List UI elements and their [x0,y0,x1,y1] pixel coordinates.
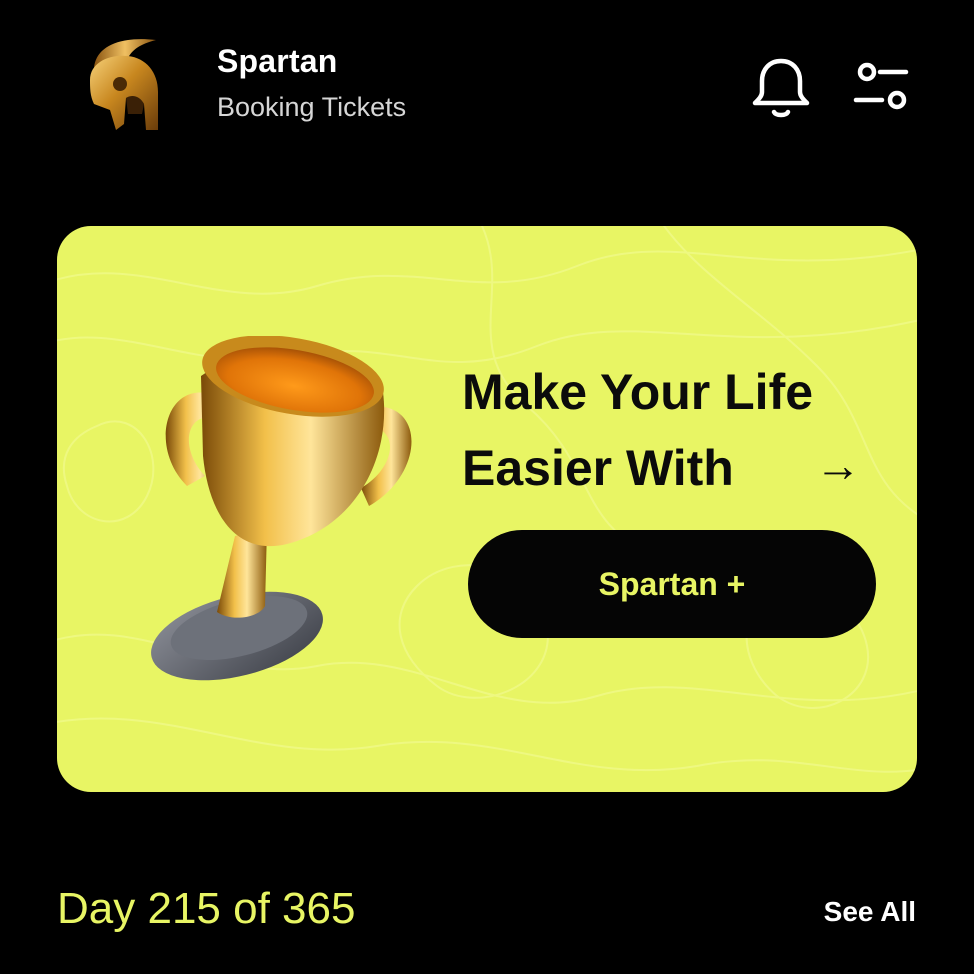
see-all-link[interactable]: See All [824,896,916,928]
app-header: Spartan Booking Tickets [0,0,974,170]
spartan-plus-button[interactable]: Spartan + [468,530,876,638]
day-progress-label: Day 215 of 365 [57,884,356,933]
arrow-right-icon[interactable]: → [815,438,861,492]
sliders-icon[interactable] [852,60,910,112]
promo-title-line1: Make Your Life [462,364,814,420]
brand-subtitle: Booking Tickets [217,92,407,122]
promo-card[interactable]: Make Your Life Easier With → Spartan + [57,226,917,792]
bell-icon[interactable] [750,56,812,122]
brand-name: Spartan [217,43,338,79]
home-screen: Spartan Booking Tickets Make Your Life E… [0,0,974,974]
spartan-helmet-icon [90,39,158,131]
trophy-icon [151,336,412,681]
